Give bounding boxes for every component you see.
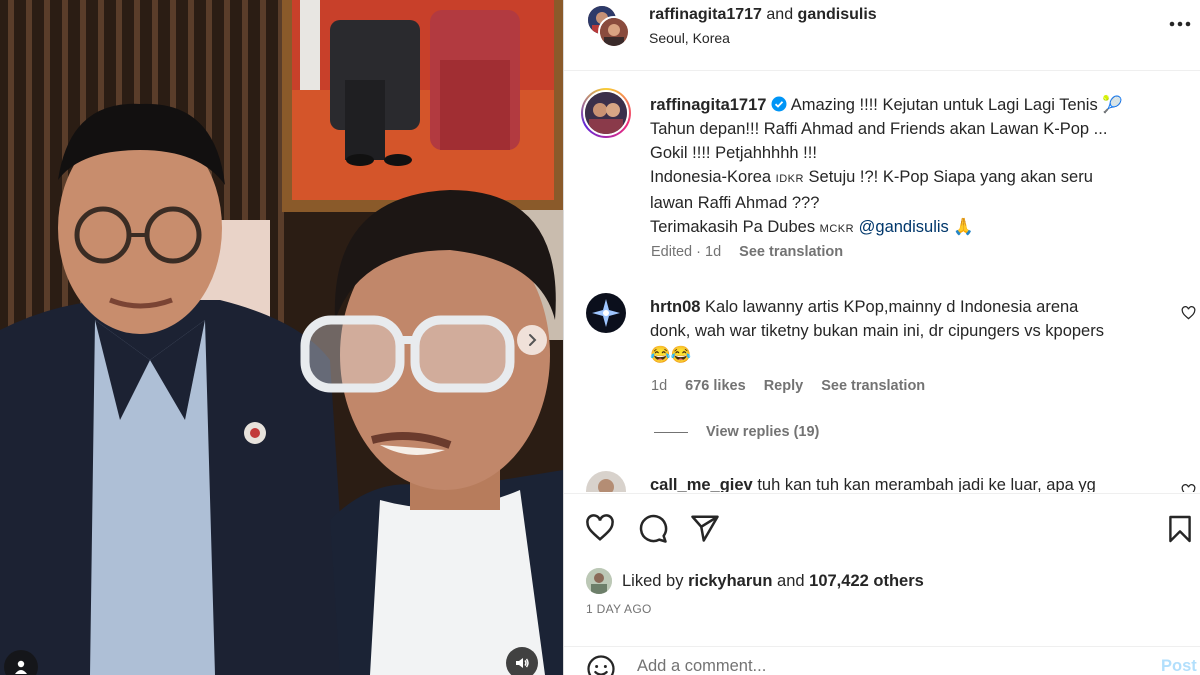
- comment-avatar[interactable]: [586, 471, 626, 492]
- caption-line-6a: Terimakasih Pa Dubes: [650, 218, 820, 236]
- post-header: raffinagita1717 and gandisulis Seoul, Ko…: [564, 0, 1200, 71]
- post-author-names: raffinagita1717 and gandisulis: [649, 6, 877, 24]
- comment-body: hrtn08 Kalo lawanny artis KPop,mainny d …: [650, 295, 1160, 367]
- chevron-right-icon: [529, 334, 537, 346]
- comment-like-heart-icon[interactable]: [1181, 484, 1196, 492]
- comment-age: 1d: [651, 378, 668, 394]
- comment-text-1: tuh kan tuh kan merambah jadi ke luar, a…: [757, 476, 1096, 492]
- paper-plane-icon[interactable]: [690, 514, 720, 542]
- heart-icon[interactable]: [585, 514, 615, 542]
- caption-line-4-smallcaps: IDKR: [775, 173, 804, 185]
- caption-author-avatar[interactable]: [581, 88, 631, 138]
- post-actions-section: Liked by rickyharun and 107,422 others 1…: [564, 493, 1200, 675]
- post-caption: raffinagita1717 Amazing !!!! Kejutan unt…: [650, 93, 1170, 241]
- liked-by-row: Liked by rickyharun and 107,422 others: [586, 568, 924, 594]
- comment-see-translation[interactable]: See translation: [821, 378, 925, 394]
- liked-by-user[interactable]: rickyharun: [688, 572, 772, 591]
- liked-by-joiner: and: [777, 571, 805, 590]
- verified-badge-icon: [771, 96, 787, 112]
- instagram-post-view: raffinagita1717 and gandisulis Seoul, Ko…: [0, 0, 1200, 675]
- post-location[interactable]: Seoul, Korea: [649, 30, 730, 46]
- caption-line-2: Tahun depan!!! Raffi Ahmad and Friends a…: [650, 120, 1108, 138]
- comment-reply-button[interactable]: Reply: [764, 378, 804, 394]
- caption-line-4a: Indonesia-Korea: [650, 168, 776, 186]
- caption-meta: Edited · 1d See translation: [651, 244, 843, 260]
- comment-text-3: 😂😂: [650, 346, 692, 364]
- collab-joiner: and: [766, 6, 794, 23]
- comment-text-1: Kalo lawanny artis KPop,mainny d Indones…: [705, 298, 1079, 316]
- comment-meta: 1d 676 likes Reply See translation: [651, 378, 925, 394]
- toggle-audio-button[interactable]: [506, 647, 538, 675]
- comment-like-heart-icon[interactable]: [1181, 306, 1196, 320]
- caption-username[interactable]: raffinagita1717: [650, 96, 766, 114]
- caption-edited-age: Edited · 1d: [651, 244, 722, 260]
- collaborator-username[interactable]: gandisulis: [798, 6, 877, 23]
- caption-emoji: 🙏: [953, 218, 974, 236]
- comment-avatar[interactable]: [586, 293, 626, 333]
- comments-list[interactable]: raffinagita1717 Amazing !!!! Kejutan unt…: [564, 71, 1200, 492]
- smiley-icon[interactable]: [586, 654, 616, 675]
- post-media[interactable]: [0, 0, 563, 675]
- speaker-icon: [516, 658, 529, 668]
- user-tag-icon: [15, 660, 27, 674]
- liker-avatar[interactable]: [586, 568, 612, 594]
- post-comment-button[interactable]: Post: [1161, 657, 1197, 675]
- more-options-button[interactable]: [1165, 14, 1195, 34]
- comment-text-2: donk, wah war tiketny bukan main ini, dr…: [650, 322, 1104, 340]
- caption-line-3: Gokil !!!! Petjahhhhh !!!: [650, 144, 817, 162]
- bookmark-icon[interactable]: [1168, 514, 1192, 544]
- view-replies-divider: [654, 431, 688, 433]
- post-details-panel: raffinagita1717 and gandisulis Seoul, Ko…: [563, 0, 1200, 675]
- comment-username[interactable]: hrtn08: [650, 298, 700, 316]
- view-replies-button[interactable]: View replies (19): [654, 424, 819, 440]
- liked-by-prefix: Liked by: [622, 571, 684, 590]
- comment-input[interactable]: [637, 657, 1117, 675]
- caption-line-5: lawan Raffi Ahmad ???: [650, 194, 820, 212]
- caption-see-translation[interactable]: See translation: [739, 244, 843, 260]
- comment-likes-count[interactable]: 676 likes: [685, 378, 745, 394]
- next-media-button[interactable]: [517, 325, 547, 355]
- caption-mention[interactable]: @gandisulis: [859, 218, 949, 236]
- comment-body: call_me_giev tuh kan tuh kan merambah ja…: [650, 473, 1160, 492]
- post-date[interactable]: 1 DAY AGO: [586, 602, 652, 616]
- collaborator-avatar[interactable]: [598, 16, 630, 48]
- post-video-frame: [0, 0, 563, 675]
- caption-line-4b: Setuju !?! K-Pop Siapa yang akan seru: [803, 168, 1093, 186]
- more-horizontal-icon: [1169, 21, 1191, 27]
- comment-bubble-icon[interactable]: [638, 514, 668, 544]
- view-replies-label: View replies (19): [706, 424, 820, 440]
- comment-username[interactable]: call_me_giev: [650, 476, 753, 492]
- add-comment-bar: Post: [564, 646, 1200, 675]
- caption-line-1: Amazing !!!! Kejutan untuk Lagi Lagi Ten…: [790, 96, 1123, 114]
- caption-line-6-smallcaps: MCKR: [819, 223, 855, 235]
- liked-by-others[interactable]: 107,422 others: [809, 572, 924, 591]
- author-username[interactable]: raffinagita1717: [649, 6, 762, 23]
